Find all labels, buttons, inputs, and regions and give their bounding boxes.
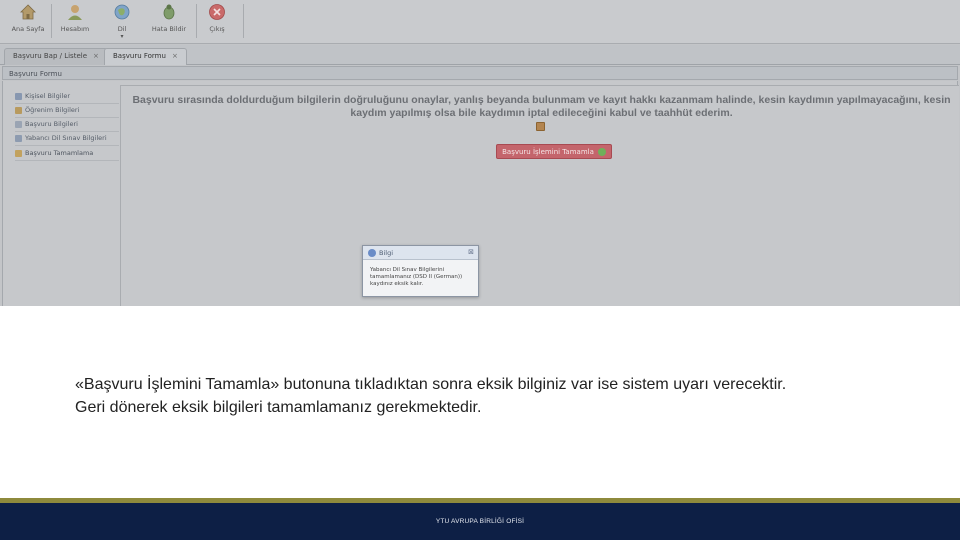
tab-bar: Başvuru Bap / Listele × Başvuru Formu × — [0, 45, 960, 65]
close-icon[interactable]: × — [172, 52, 178, 60]
caption-line-1: «Başvuru İşlemini Tamamla» butonuna tıkl… — [75, 376, 787, 393]
pencil-icon — [15, 106, 22, 114]
checklist-icon — [15, 134, 22, 142]
sidebar-item-label: Öğrenim Bilgileri — [25, 106, 80, 114]
caption-line-2: Geri dönerek eksik bilgileri tamamlamanı… — [75, 399, 482, 416]
document-icon — [15, 120, 22, 128]
sidebar-item-language-exam-info[interactable]: Yabancı Dil Sınav Bilgileri — [15, 131, 119, 146]
toolbar-divider — [51, 4, 52, 38]
tab-application-form[interactable]: Başvuru Formu × — [104, 48, 187, 65]
close-circle-icon — [208, 3, 226, 21]
check-circle-icon — [597, 147, 606, 156]
sidebar-item-application-info[interactable]: Başvuru Bilgileri — [15, 117, 119, 132]
toolbar-divider — [243, 4, 244, 38]
main-toolbar: Ana Sayfa Hesabım Dil ▾ Hata Bildir Çıkı… — [0, 0, 960, 44]
close-icon[interactable]: × — [93, 52, 99, 60]
complete-application-button[interactable]: Başvuru İşlemini Tamamla — [496, 144, 612, 159]
folder-icon — [15, 149, 22, 157]
caption: «Başvuru İşlemini Tamamla» butonuna tıkl… — [75, 373, 925, 419]
toolbar-divider — [196, 4, 197, 38]
sidebar-item-label: Başvuru Tamamlama — [25, 149, 94, 157]
home-button-label: Ana Sayfa — [11, 25, 45, 33]
pledge-text: Başvuru sırasında doldurduğum bilgilerin… — [132, 94, 951, 119]
globe-icon — [113, 3, 131, 21]
tab-label: Başvuru Bap / Listele — [13, 52, 87, 60]
user-card-icon — [15, 92, 22, 100]
info-icon — [368, 249, 376, 257]
footer-bar: YTU AVRUPA BİRLİĞİ OFİSİ — [0, 503, 960, 540]
app-screenshot: Ana Sayfa Hesabım Dil ▾ Hata Bildir Çıkı… — [0, 0, 960, 306]
sidebar-item-education-info[interactable]: Öğrenim Bilgileri — [15, 103, 119, 118]
slide: Ana Sayfa Hesabım Dil ▾ Hata Bildir Çıkı… — [0, 0, 960, 540]
sidebar-item-personal-info[interactable]: Kişisel Bilgiler — [15, 89, 119, 104]
account-button-label: Hesabım — [60, 25, 90, 33]
footer-text: YTU AVRUPA BİRLİĞİ OFİSİ — [435, 518, 525, 525]
dialog-message: Yabancı Dil Sınav Bilgilerini tamamlaman… — [370, 267, 463, 287]
sidebar-item-label: Başvuru Bilgileri — [25, 120, 78, 128]
panel-title: Başvuru Formu — [2, 66, 958, 80]
chevron-down-icon: ▾ — [120, 33, 124, 40]
dialog-title: Bilgi — [379, 249, 394, 257]
form-steps-sidebar: Kişisel Bilgiler Öğrenim Bilgileri Başvu… — [11, 87, 121, 306]
home-button[interactable]: Ana Sayfa — [10, 0, 46, 44]
dialog-header: Bilgi ⊠ — [363, 246, 478, 260]
pledge-checkbox[interactable] — [536, 122, 545, 131]
sidebar-item-label: Kişisel Bilgiler — [25, 92, 70, 100]
report-bug-button[interactable]: Hata Bildir — [148, 0, 190, 44]
completion-panel: Başvuru sırasında doldurduğum bilgilerin… — [120, 85, 959, 306]
tab-label: Başvuru Formu — [113, 52, 166, 60]
info-dialog: Bilgi ⊠ Yabancı Dil Sınav Bilgilerini ta… — [362, 245, 479, 297]
sidebar-item-label: Yabancı Dil Sınav Bilgileri — [25, 134, 107, 142]
home-icon — [19, 3, 37, 21]
logout-button-label: Çıkış — [209, 25, 225, 33]
tab-application-list[interactable]: Başvuru Bap / Listele × — [4, 48, 108, 65]
report-bug-button-label: Hata Bildir — [151, 25, 187, 33]
bug-icon — [160, 3, 178, 21]
form-content: Kişisel Bilgiler Öğrenim Bilgileri Başvu… — [2, 81, 959, 306]
user-icon — [66, 3, 84, 21]
language-button[interactable]: Dil ▾ — [108, 0, 136, 44]
sidebar-item-application-completion[interactable]: Başvuru Tamamlama — [15, 146, 119, 161]
account-button[interactable]: Hesabım — [56, 0, 94, 44]
logout-button[interactable]: Çıkış — [203, 0, 231, 44]
language-button-label: Dil — [117, 25, 127, 33]
close-icon[interactable]: ⊠ — [468, 248, 474, 256]
complete-application-button-label: Başvuru İşlemini Tamamla — [502, 147, 594, 156]
